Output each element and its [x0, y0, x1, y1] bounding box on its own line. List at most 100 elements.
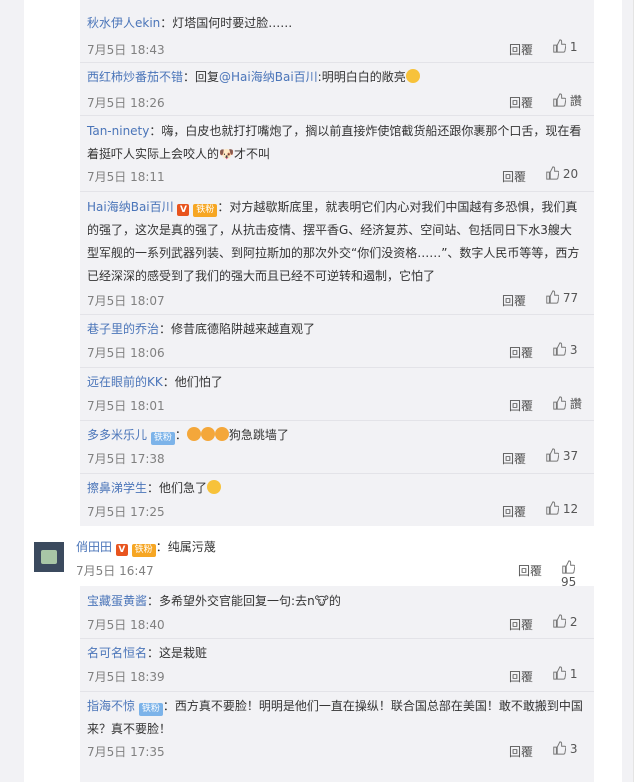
reply-text: Tan-ninety：嗨，白皮也就打打嘴炮了，搁以前直接炸使馆截货船还跟你裹那个…	[87, 120, 583, 166]
reply-button[interactable]: 回覆	[509, 397, 533, 414]
username-link[interactable]: 多多米乐儿	[87, 428, 147, 442]
thumbs-up-icon	[553, 666, 566, 680]
username-link[interactable]: 宝藏蛋黄酱	[87, 594, 147, 608]
timestamp: 7月5日 18:26	[87, 96, 165, 110]
reply-button[interactable]: 回覆	[509, 344, 533, 361]
like-button[interactable]: 37	[545, 448, 578, 463]
divider	[80, 691, 594, 692]
reply-content: :明明白白的敞亮	[317, 70, 406, 84]
reply-content: 多希望外交官能回复一句:去n🐮的	[159, 594, 341, 608]
timestamp: 7月5日 17:38	[87, 452, 165, 466]
timestamp: 7月5日 17:35	[87, 745, 165, 759]
comment-content: 纯属污蔑	[167, 540, 216, 554]
fan-badge: 铁粉	[193, 204, 218, 217]
like-button[interactable]: 3	[552, 342, 577, 357]
divider	[80, 115, 594, 116]
reply-button[interactable]: 回覆	[502, 450, 526, 467]
thumbs-up-icon	[553, 342, 566, 356]
reply-text: 指海不惊 铁粉 ：西方真不要脸！明明是他们一直在操纵！联合国总部在美国！敢不敢搬到…	[87, 695, 583, 741]
username-link[interactable]: 秋水伊人ekin	[87, 16, 160, 30]
divider	[80, 638, 594, 639]
separator: ：	[147, 594, 160, 608]
separator: ：	[174, 428, 187, 442]
username-link[interactable]: 名可名恒名	[87, 646, 147, 660]
reply-button[interactable]: 回覆	[509, 668, 533, 685]
reply-content: 灯塔国何时要过脸……	[172, 16, 293, 30]
thumbs-up-icon	[546, 501, 559, 515]
username-link[interactable]: 指海不惊	[87, 699, 135, 713]
like-count: 2	[569, 615, 578, 629]
thumbs-up-icon	[546, 448, 559, 462]
username-link[interactable]: 巷子里的乔治	[87, 322, 159, 336]
like-button[interactable]: 1	[552, 666, 577, 681]
reply-button[interactable]: 回覆	[509, 616, 533, 633]
thumbs-up-icon	[553, 93, 566, 107]
username-link[interactable]: 俏田田	[76, 540, 112, 554]
scrollbar-track[interactable]	[622, 0, 640, 782]
username-link[interactable]: 擦鼻涕学生	[87, 481, 147, 495]
reply-text: 擦鼻涕学生：他们急了	[87, 477, 583, 500]
reply-text: 巷子里的乔治：修昔底德陷阱越来越直观了	[87, 318, 583, 341]
username-link[interactable]: Tan-ninety	[87, 124, 149, 138]
like-count: 12	[562, 502, 579, 516]
thumbs-up-icon	[553, 39, 566, 53]
like-count: 1	[569, 667, 578, 681]
like-count: 95	[561, 575, 577, 589]
reply-text: Hai海纳Bai百川 V 铁粉 ：对方越歇斯底里，就表明它们内心对我们中国越有多恐…	[87, 196, 583, 288]
like-button[interactable]: 1	[552, 39, 577, 54]
thumbs-up-icon	[546, 166, 559, 180]
avatar[interactable]	[34, 542, 64, 572]
reply-text: 多多米乐儿 铁粉： 狗急跳墙了	[87, 424, 583, 447]
like-button[interactable]: 讚	[552, 395, 582, 412]
username-link[interactable]: Hai海纳Bai百川	[87, 200, 174, 214]
like-count: 3	[569, 742, 578, 756]
laughing-emoji-icon	[186, 427, 201, 441]
reply-button[interactable]: 回覆	[502, 168, 526, 185]
separator: ：	[162, 375, 175, 389]
thumbs-up-icon	[562, 560, 575, 574]
username-link[interactable]: 西红柿炒番茄不错	[87, 70, 183, 84]
grinning-emoji-icon	[207, 480, 222, 494]
divider	[80, 62, 594, 63]
like-button[interactable]: 77	[545, 290, 578, 305]
timestamp: 7月5日 18:39	[87, 670, 165, 684]
separator: ：	[147, 481, 160, 495]
like-count: 讚	[569, 397, 582, 411]
reply-button[interactable]: 回覆	[502, 292, 526, 309]
verified-badge: V	[177, 204, 190, 216]
laughing-emoji-icon	[200, 427, 215, 441]
timestamp: 7月5日 18:11	[87, 170, 165, 184]
reply-button[interactable]: 回覆	[518, 562, 542, 579]
timestamp: 7月5日 18:01	[87, 399, 165, 413]
scrollbar-edge	[633, 0, 640, 782]
timestamp: 7月5日 18:07	[87, 294, 165, 308]
fan-badge: 铁粉	[138, 703, 163, 716]
reply-content: 嗨，白皮也就打打嘴炮了，搁以前直接炸使馆截货船还跟你裹那个口舌，现在看着挺吓人实…	[87, 124, 582, 161]
reply-content: 狗急跳墙了	[228, 428, 289, 442]
like-button[interactable]: 2	[552, 614, 577, 629]
timestamp: 7月5日 18:06	[87, 346, 165, 360]
thumbs-up-icon	[553, 396, 566, 410]
like-button[interactable]: 3	[552, 741, 577, 756]
reply-button[interactable]: 回覆	[502, 503, 526, 520]
reply-button[interactable]: 回覆	[509, 94, 533, 111]
like-count: 37	[562, 449, 579, 463]
like-count: 1	[569, 40, 578, 54]
like-count: 77	[562, 291, 579, 305]
reply-button[interactable]: 回覆	[509, 743, 533, 760]
separator: ：	[217, 200, 230, 214]
timestamp: 7月5日 16:47	[76, 564, 154, 578]
username-link[interactable]: 远在眼前的KK	[87, 375, 163, 389]
fan-badge: 铁粉	[131, 544, 156, 557]
like-button[interactable]: 12	[545, 501, 578, 516]
reply-button[interactable]: 回覆	[509, 41, 533, 58]
mention-link[interactable]: @Hai海纳Bai百川	[219, 70, 318, 84]
thumbs-up-icon	[553, 614, 566, 628]
separator: ：	[160, 16, 173, 30]
separator: ：	[155, 540, 168, 554]
like-button[interactable]: 20	[545, 166, 578, 181]
reply-text: 宝藏蛋黄酱：多希望外交官能回复一句:去n🐮的	[87, 590, 583, 613]
like-button[interactable]: 95	[561, 560, 594, 589]
separator: ：	[149, 124, 162, 138]
like-button[interactable]: 讚	[552, 92, 582, 109]
